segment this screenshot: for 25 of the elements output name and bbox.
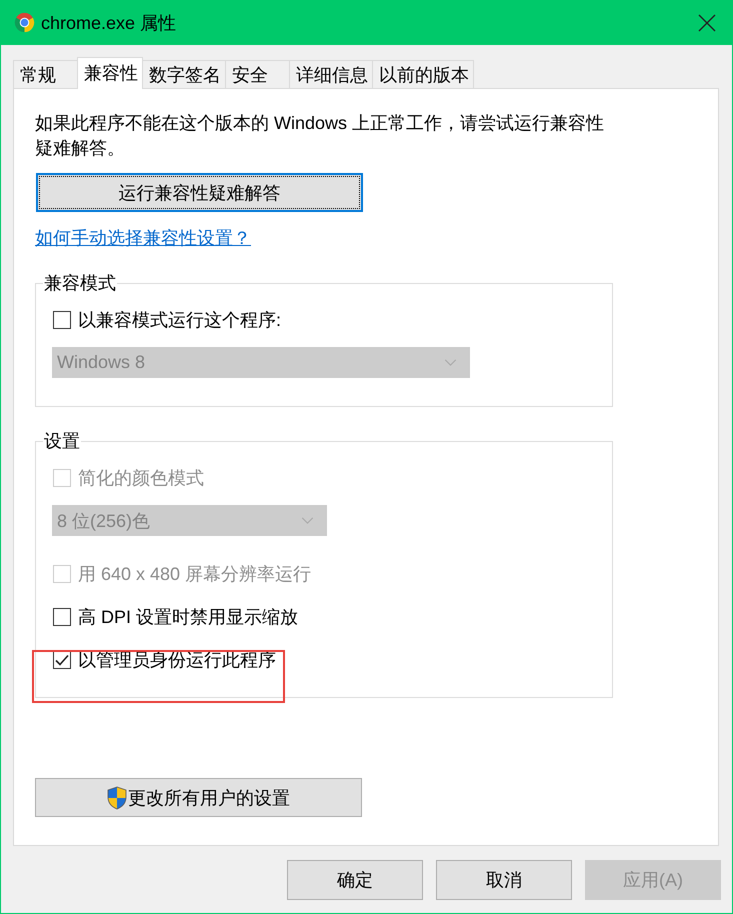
checkbox-label: 高 DPI 设置时禁用显示缩放 — [78, 606, 298, 629]
change-all-users-button[interactable]: 更改所有用户的设置 — [35, 778, 362, 817]
dialog-button[interactable]: 取消 — [436, 860, 572, 900]
checkbox-label: 简化的颜色模式 — [78, 467, 204, 490]
check-icon — [55, 654, 69, 666]
close-icon[interactable] — [698, 14, 716, 32]
chevron-icon — [444, 359, 457, 366]
troubleshoot-button[interactable]: 运行兼容性疑难解答 — [36, 173, 363, 212]
app-icon — [14, 12, 35, 33]
help-link[interactable]: 如何手动选择兼容性设置？ — [35, 228, 251, 248]
group-label: 兼容模式 — [43, 272, 117, 295]
dialog-button[interactable]: 确定 — [287, 860, 423, 900]
checkbox[interactable] — [53, 651, 71, 669]
checkbox-label: 以兼容模式运行这个程序: — [78, 309, 282, 332]
window-title: chrome.exe 属性 — [41, 12, 178, 34]
shield-icon — [107, 786, 127, 810]
checkbox-label: 用 640 x 480 屏幕分辨率运行 — [78, 563, 312, 586]
group-label: 设置 — [43, 430, 81, 453]
tab[interactable]: 常规 — [13, 60, 78, 88]
tab[interactable]: 兼容性 — [77, 57, 143, 89]
tab[interactable]: 以前的版本 — [372, 60, 474, 88]
checkbox[interactable] — [53, 311, 71, 329]
checkbox[interactable] — [53, 608, 71, 626]
intro-text: 如果此程序不能在这个版本的 Windows 上正常工作，请尝试运行兼容性疑难解答。 — [35, 112, 606, 160]
chevron-icon — [301, 517, 314, 524]
